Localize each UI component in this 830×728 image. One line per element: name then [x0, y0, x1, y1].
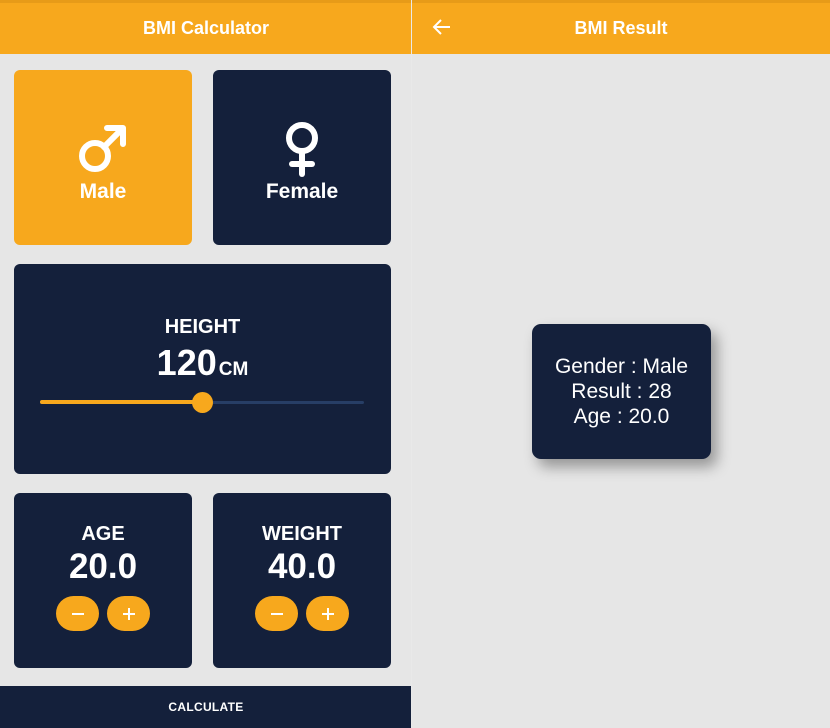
minus-icon: [270, 612, 283, 615]
age-increment-button[interactable]: [107, 596, 150, 631]
age-decrement-button[interactable]: [56, 596, 99, 631]
height-slider[interactable]: [40, 392, 364, 414]
bmi-result-screen: BMI Result Gender : Male Result : 28 Age…: [412, 0, 830, 728]
result-value: Result : 28: [571, 380, 672, 403]
height-unit: CM: [218, 359, 249, 380]
app-bar: BMI Result: [412, 0, 830, 54]
app-bar-title: BMI Calculator: [142, 18, 270, 38]
minus-icon: [71, 612, 84, 615]
weight-label: WEIGHT: [262, 523, 342, 545]
result-age: Age : 20.0: [573, 405, 670, 428]
height-label: HEIGHT: [164, 316, 241, 338]
weight-card: WEIGHT 40.0: [213, 493, 391, 668]
female-icon: [286, 121, 318, 177]
app-bar: BMI Calculator: [0, 0, 412, 54]
height-card: HEIGHT 120 CM: [14, 264, 391, 474]
app-bar-title: BMI Result: [574, 18, 668, 38]
female-card[interactable]: Female: [213, 70, 391, 245]
result-card: Gender : Male Result : 28 Age : 20.0: [532, 324, 711, 459]
age-buttons: [14, 596, 192, 631]
weight-increment-button[interactable]: [306, 596, 349, 631]
weight-decrement-button[interactable]: [255, 596, 298, 631]
plus-icon: [321, 607, 334, 620]
height-value: 120: [156, 342, 217, 383]
calculate-label: CALCULATE: [168, 700, 244, 714]
age-value: 20.0: [68, 547, 138, 586]
bmi-calculator-screen: BMI Calculator Male Female HEIGHT 120 CM …: [0, 0, 412, 728]
arrow-left-icon[interactable]: [430, 15, 454, 39]
weight-buttons: [213, 596, 391, 631]
plus-icon: [122, 607, 135, 620]
age-card: AGE 20.0: [14, 493, 192, 668]
slider-track-fill: [40, 400, 202, 404]
male-icon: [79, 124, 126, 172]
weight-value: 40.0: [267, 547, 337, 586]
male-card[interactable]: Male: [14, 70, 192, 245]
slider-thumb[interactable]: [192, 392, 213, 413]
female-label: Female: [265, 179, 339, 203]
age-label: AGE: [81, 523, 125, 545]
result-gender: Gender : Male: [554, 355, 689, 378]
height-value-row: 120 CM: [14, 342, 391, 384]
male-label: Male: [79, 179, 127, 203]
calculate-button[interactable]: CALCULATE: [0, 686, 412, 728]
